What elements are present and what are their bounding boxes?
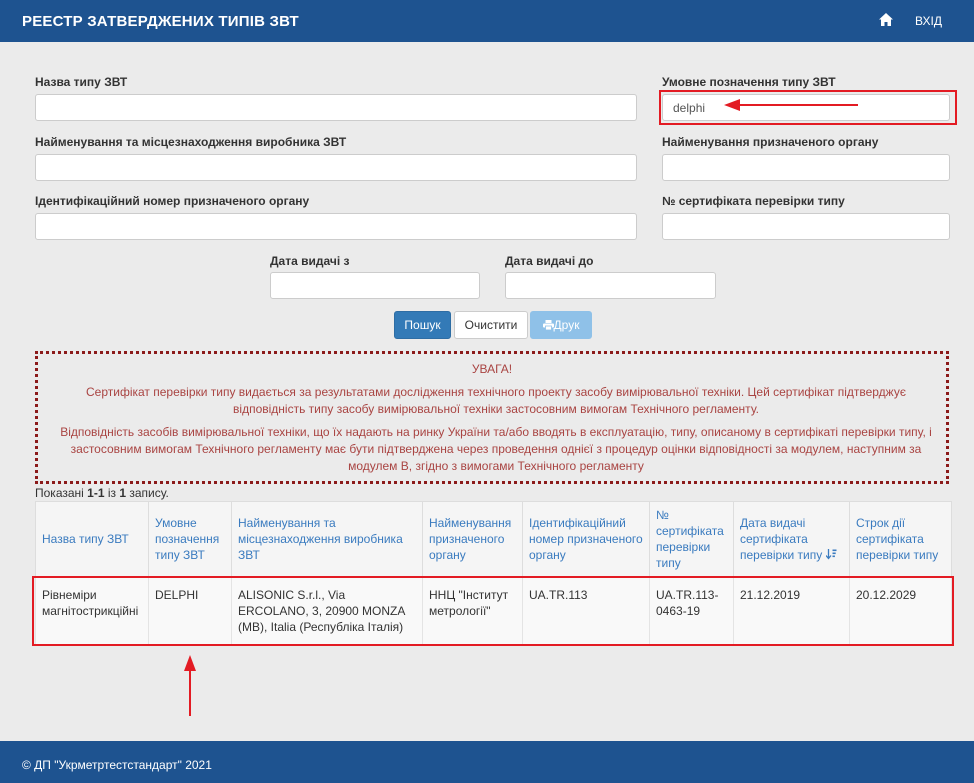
warning-notice: УВАГА! Сертифікат перевірки типу видаєть… [35,351,949,484]
annotation-arrow-head-icon [724,99,740,111]
date-from-input[interactable] [270,272,480,299]
date-to-label: Дата видачі до [505,254,594,268]
type-name-input[interactable] [35,94,637,121]
top-navbar: РЕЕСТР ЗАТВЕРДЖЕНИХ ТИПІВ ЗВТ ВХІД [0,0,974,42]
column-header-issue-date[interactable]: Дата видачі сертифіката перевірки типу [733,501,850,577]
cert-number-label: № сертифіката перевірки типу [662,194,845,208]
warning-paragraph-2: Відповідність засобів вимірювальної техн… [60,425,932,473]
type-name-label: Назва типу ЗВТ [35,75,128,89]
cert-number-input[interactable] [662,213,950,240]
printer-icon [542,320,554,331]
column-header-validity[interactable]: Строк дії сертифіката перевірки типу [849,501,952,577]
column-header-type-name[interactable]: Назва типу ЗВТ [35,501,149,577]
date-to-input[interactable] [505,272,716,299]
column-header-notified-body[interactable]: Найменування призначеного органу [422,501,523,577]
registry-title[interactable]: РЕЕСТР ЗАТВЕРДЖЕНИХ ТИПІВ ЗВТ [22,13,299,30]
column-header-manufacturer[interactable]: Найменування та місцезнаходження виробни… [231,501,423,577]
home-icon[interactable] [878,12,894,28]
designation-label: Умовне позначення типу ЗВТ [662,75,836,89]
notified-body-input[interactable] [662,154,950,181]
column-header-designation[interactable]: Умовне позначення типу ЗВТ [148,501,232,577]
clear-button[interactable]: Очистити [454,311,528,339]
warning-title: УВАГА! [471,362,513,376]
sort-desc-icon[interactable] [825,549,837,560]
footer-copyright: © ДП "Укрметртестстандарт" 2021 [22,758,212,772]
column-header-body-id[interactable]: Ідентифікаційний номер призначеного орга… [522,501,650,577]
annotation-arrow-line [738,104,858,106]
manufacturer-input[interactable] [35,154,637,181]
result-row-highlight-box [32,576,954,646]
print-button[interactable]: Друк [530,311,592,339]
column-header-cert-number[interactable]: № сертифіката перевірки типу [649,501,734,577]
search-button[interactable]: Пошук [394,311,451,339]
body-id-input[interactable] [35,213,637,240]
date-from-label: Дата видачі з [270,254,350,268]
annotation-arrow-line-vertical [189,668,191,716]
results-count: Показані 1-1 із 1 запису. [35,486,169,500]
footer: © ДП "Укрметртестстандарт" 2021 [0,741,974,783]
manufacturer-label: Найменування та місцезнаходження виробни… [35,135,347,149]
table-header-row: Назва типу ЗВТ Умовне позначення типу ЗВ… [35,501,952,577]
body-id-label: Ідентифікаційний номер призначеного орга… [35,194,310,208]
login-link[interactable]: ВХІД [915,14,942,28]
print-button-label: Друк [553,318,580,332]
warning-paragraph-1: Сертифікат перевірки типу видається за р… [86,385,906,416]
designation-highlight-box [659,90,957,125]
notified-body-label: Найменування призначеного органу [662,135,879,149]
annotation-arrow-up-icon [184,655,196,671]
